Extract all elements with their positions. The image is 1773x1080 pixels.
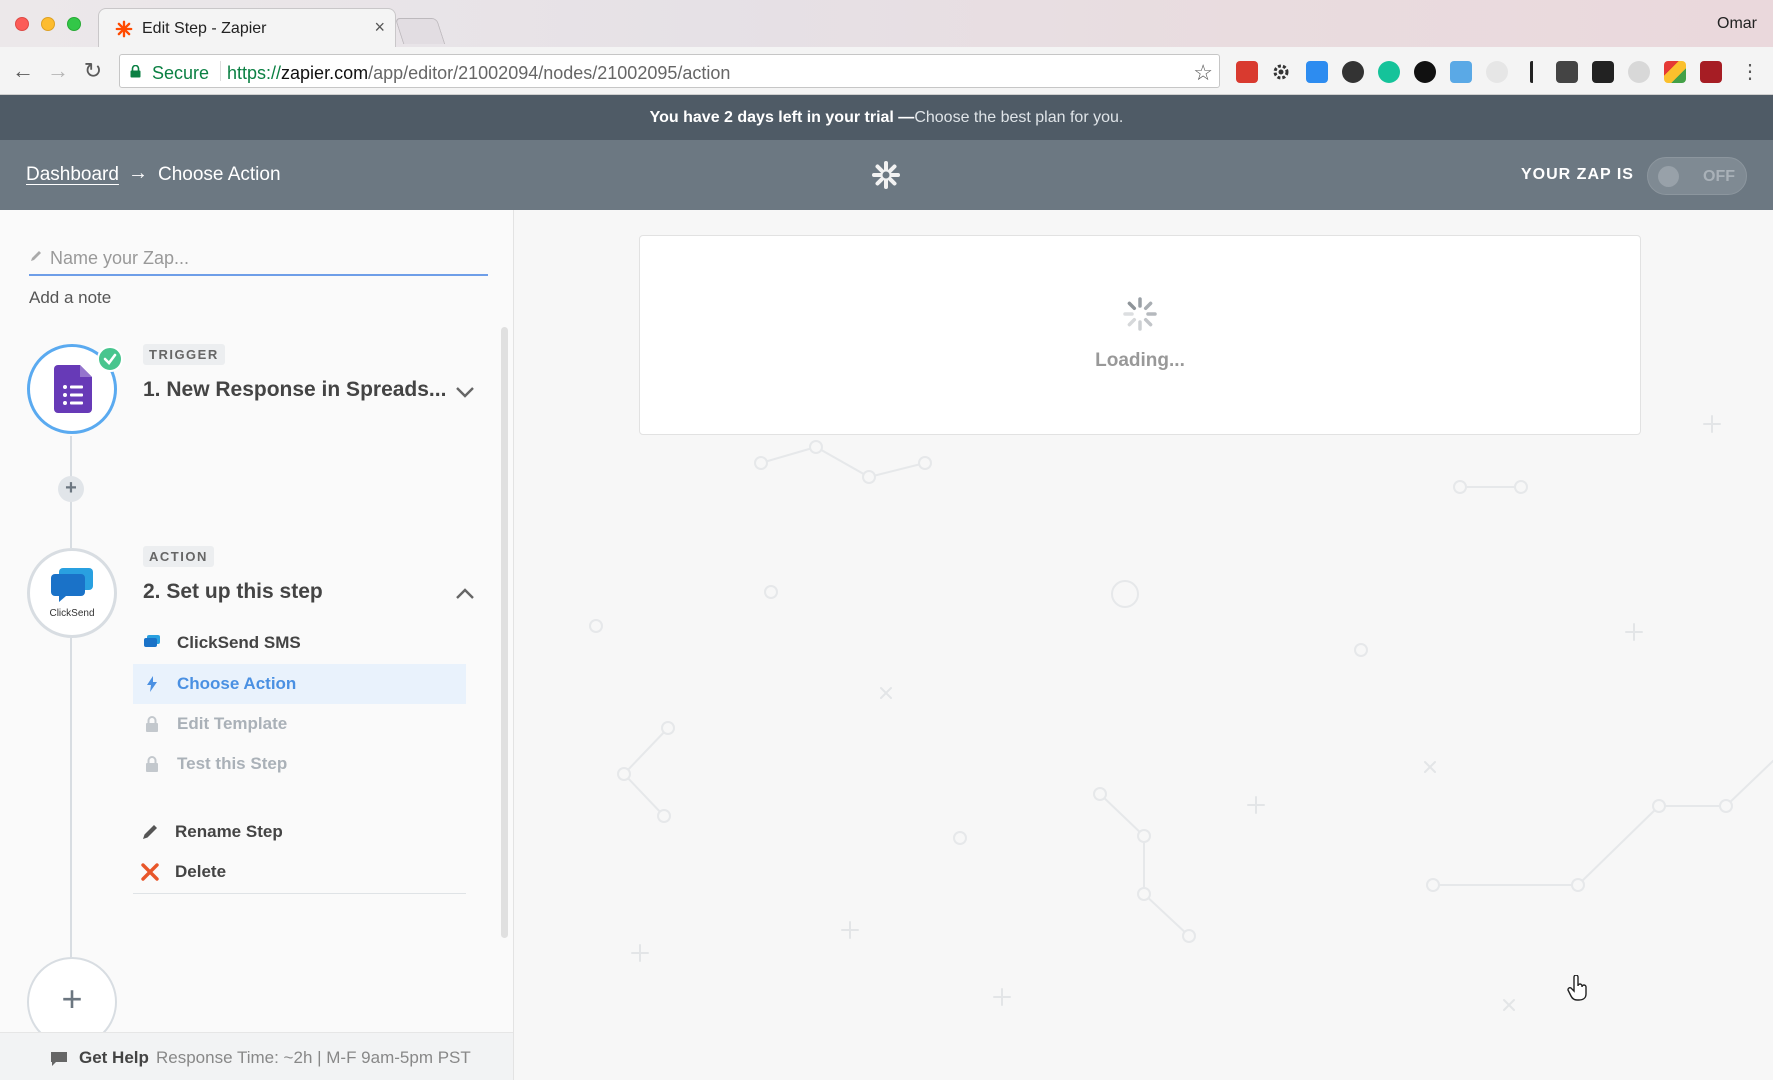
delete-step-button[interactable]: Delete	[131, 852, 464, 892]
fi-ext-icon[interactable]	[1450, 61, 1472, 83]
rename-step-label: Rename Step	[175, 822, 283, 841]
bookmark-star-icon[interactable]: ☆	[1193, 60, 1213, 86]
action-step-icon[interactable]: ClickSend	[27, 548, 117, 638]
loading-card: Loading...	[639, 235, 1641, 435]
grammarly-ext-icon[interactable]	[1378, 61, 1400, 83]
get-help-link[interactable]: Get Help	[79, 1048, 149, 1068]
substep-edit-template: Edit Template	[133, 704, 466, 744]
action-tag: ACTION	[143, 546, 214, 567]
substep-label: Choose Action	[177, 674, 297, 693]
sidebar-scrollbar[interactable]	[501, 327, 508, 938]
lock-icon	[146, 716, 158, 732]
trigger-tag: TRIGGER	[143, 344, 225, 365]
gear-ext-icon[interactable]	[1270, 61, 1292, 83]
lock-icon	[130, 65, 141, 78]
substep-label: Test this Step	[177, 754, 288, 773]
delete-step-label: Delete	[175, 862, 227, 881]
minimize-window-button[interactable]	[41, 17, 55, 31]
lock-icon	[146, 756, 158, 772]
buffer-ext-icon[interactable]	[1592, 61, 1614, 83]
profile-name[interactable]: Omar	[1717, 15, 1757, 33]
editor-header: Dashboard → Choose Action YOUR ZAP IS OF…	[0, 140, 1773, 210]
timeline-connector	[70, 638, 72, 958]
back-arrow-icon[interactable]: ←	[10, 58, 36, 84]
toggle-label: OFF	[1703, 168, 1735, 185]
chevron-up-icon[interactable]	[453, 582, 477, 606]
chevron-down-icon[interactable]	[453, 380, 477, 404]
breadcrumb-dashboard[interactable]: Dashboard	[26, 164, 119, 186]
breadcrumb-current: Choose Action	[158, 164, 281, 185]
google-forms-icon	[54, 365, 92, 413]
trigger-step-title[interactable]: 1. New Response in Spreads...	[143, 378, 446, 402]
url-protocol: https://	[227, 63, 282, 83]
address-bar[interactable]: Secure https://zapier.com/app/editor/210…	[119, 54, 1220, 88]
help-bar: Get Help Response Time: ~2h | M-F 9am-5p…	[0, 1032, 513, 1080]
lightning-icon	[147, 676, 157, 692]
substep-label: ClickSend SMS	[177, 633, 301, 652]
tab-title: Edit Step - Zapier	[142, 20, 267, 37]
maximize-window-button[interactable]	[67, 17, 81, 31]
browser-toolbar: ← → ↻ Secure https://zapier.com/app/edit…	[0, 47, 1773, 95]
onepassword-ext-icon[interactable]	[1414, 61, 1436, 83]
pencil-icon	[31, 251, 41, 261]
trial-banner: You have 2 days left in your trial —Choo…	[0, 95, 1773, 140]
substep-choose-action[interactable]: Choose Action	[133, 664, 466, 704]
shield-ext-icon[interactable]	[1664, 61, 1686, 83]
clicksend-logo-icon	[51, 568, 93, 602]
secure-label: Secure	[152, 63, 210, 83]
add-step-between-button[interactable]: +	[58, 476, 84, 502]
loading-spinner-icon	[1123, 297, 1157, 331]
browser-titlebar: Edit Step - Zapier × Omar	[0, 0, 1773, 47]
zap-name-field	[29, 244, 488, 276]
url-path: /app/editor/21002094/nodes/21002095/acti…	[368, 63, 731, 83]
rename-step-button[interactable]: Rename Step	[131, 812, 464, 852]
ublock-ext-icon[interactable]	[1700, 61, 1722, 83]
substep-app[interactable]: ClickSend SMS	[133, 623, 466, 663]
url-separator	[220, 61, 221, 81]
zapier-favicon-icon	[115, 20, 133, 38]
action-step-title[interactable]: 2. Set up this step	[143, 580, 323, 604]
clicksend-logo-text: ClickSend	[49, 608, 95, 619]
text-cursor-ext-icon[interactable]	[1530, 61, 1534, 83]
divider	[133, 893, 466, 894]
chat-bubble-icon	[51, 1052, 67, 1066]
url-text[interactable]: https://zapier.com/app/editor/21002094/n…	[227, 63, 730, 84]
zap-status-label: YOUR ZAP IS	[1521, 166, 1634, 183]
tab-close-icon[interactable]: ×	[374, 17, 385, 38]
close-window-button[interactable]	[15, 17, 29, 31]
mouse-pointer-hand-icon	[1567, 975, 1587, 1001]
step-complete-check-icon	[97, 346, 123, 372]
clicksend-app-icon	[144, 635, 160, 647]
url-host: zapier.com	[281, 63, 369, 83]
window-ext-icon[interactable]	[1306, 61, 1328, 83]
calendar-ext-icon[interactable]	[1236, 61, 1258, 83]
reload-icon[interactable]: ↻	[80, 58, 106, 84]
forward-arrow-icon[interactable]: →	[45, 58, 71, 84]
new-tab-button[interactable]	[394, 18, 446, 44]
browser-tab-active[interactable]: Edit Step - Zapier ×	[98, 8, 396, 47]
zap-name-input[interactable]	[50, 244, 480, 272]
zap-sidebar: Add a note TRIGGER 1. New Response in Sp…	[0, 210, 514, 1080]
substep-label: Edit Template	[177, 714, 288, 733]
choose-plan-link[interactable]: Choose the best plan for you.	[914, 109, 1123, 126]
pencil-icon	[143, 825, 157, 839]
loading-text: Loading...	[1095, 350, 1185, 371]
camera-ext-icon[interactable]	[1342, 61, 1364, 83]
browser-menu-icon[interactable]: ⋮	[1740, 59, 1760, 84]
breadcrumb-arrow: →	[128, 162, 148, 184]
delete-x-icon	[141, 863, 159, 881]
pocket-ext-icon[interactable]	[1556, 61, 1578, 83]
zapier-logo-icon[interactable]	[871, 160, 901, 190]
settings-ext-icon[interactable]	[1628, 61, 1650, 83]
substep-test-step: Test this Step	[133, 744, 466, 784]
add-note-link[interactable]: Add a note	[29, 288, 111, 308]
trial-message: You have 2 days left in your trial —	[649, 109, 915, 126]
editor-main: Loading...	[514, 210, 1773, 1080]
response-time-text: Response Time: ~2h | M-F 9am-5pm PST	[156, 1048, 471, 1067]
zap-on-off-toggle[interactable]: OFF	[1647, 157, 1747, 195]
feather-ext-icon[interactable]	[1486, 61, 1508, 83]
toggle-knob	[1658, 166, 1679, 187]
